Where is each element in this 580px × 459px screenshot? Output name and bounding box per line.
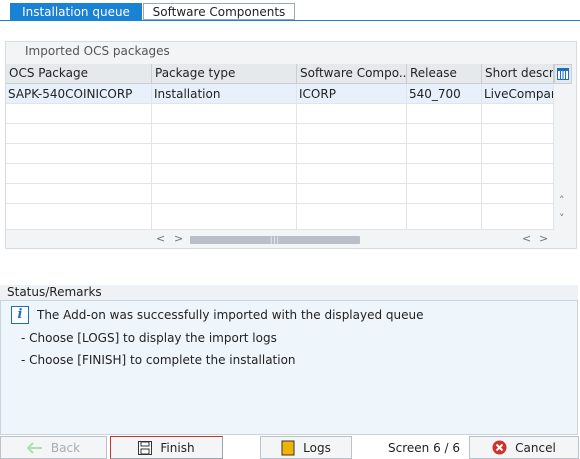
packages-table: OCS Package Package type Software Compo.… [6, 64, 554, 230]
info-icon: i [11, 306, 29, 324]
column-header-software-component[interactable]: Software Compo... [297, 64, 407, 84]
cancel-button-label: Cancel [515, 440, 556, 455]
finish-button[interactable]: Finish [110, 436, 223, 459]
back-button-label: Back [50, 440, 81, 455]
scroll-down-icon[interactable]: ˅ [559, 212, 565, 225]
empty-cell [482, 204, 554, 230]
table-cell[interactable]: LiveCompare [482, 84, 554, 104]
empty-cell [482, 144, 554, 164]
back-arrow-icon [26, 441, 42, 454]
empty-cell [6, 184, 152, 204]
empty-cell [6, 164, 152, 184]
empty-cell [6, 204, 152, 230]
tab-software-components[interactable]: Software Components [143, 3, 295, 20]
horizontal-scrollbar-fixed[interactable]: < > [515, 230, 555, 248]
column-header-ocs-package[interactable]: OCS Package [6, 64, 152, 84]
empty-cell [482, 104, 554, 124]
empty-cell [407, 184, 482, 204]
tab-installation-queue[interactable]: Installation queue [10, 3, 142, 20]
column-header-release[interactable]: Release [407, 64, 482, 84]
empty-cell [482, 124, 554, 144]
empty-cell [152, 204, 297, 230]
table-settings-button[interactable] [554, 64, 572, 84]
empty-cell [6, 104, 152, 124]
empty-cell [407, 144, 482, 164]
empty-cell [152, 184, 297, 204]
empty-cell [297, 184, 407, 204]
empty-cell [152, 104, 297, 124]
empty-cell [297, 124, 407, 144]
empty-cell [482, 164, 554, 184]
scroll-left-icon[interactable]: < [522, 232, 531, 245]
logs-button-label: Logs [303, 440, 331, 455]
status-message: The Add-on was successfully imported wit… [37, 308, 424, 322]
table-cell[interactable]: 540_700 [407, 84, 482, 104]
logs-button[interactable]: Logs [260, 436, 352, 459]
empty-cell [297, 144, 407, 164]
scroll-left-icon[interactable]: < [156, 232, 165, 245]
scroll-right-icon[interactable]: > [539, 232, 548, 245]
table-cell[interactable]: SAPK-540COINICORP [6, 84, 152, 104]
status-title: Status/Remarks [0, 285, 578, 301]
empty-cell [482, 184, 554, 204]
panel-title: Imported OCS packages [25, 44, 170, 58]
status-message: - Choose [LOGS] to display the import lo… [21, 331, 277, 345]
scroll-up-icon[interactable]: ˄ [559, 194, 565, 207]
scroll-right-icon[interactable]: > [174, 232, 183, 245]
empty-cell [152, 124, 297, 144]
finish-button-label: Finish [160, 440, 195, 455]
empty-cell [6, 124, 152, 144]
status-message: - Choose [FINISH] to complete the instal… [21, 353, 296, 367]
save-icon [138, 440, 153, 455]
empty-cell [152, 144, 297, 164]
empty-cell [407, 204, 482, 230]
column-header-short-description[interactable]: Short descrip [482, 64, 554, 84]
empty-cell [407, 104, 482, 124]
vertical-scrollbar[interactable]: ˄ ˅ [556, 84, 572, 230]
screen-indicator: Screen 6 / 6 [388, 441, 461, 455]
empty-cell [297, 104, 407, 124]
empty-cell [297, 204, 407, 230]
empty-cell [297, 164, 407, 184]
empty-cell [6, 144, 152, 164]
cancel-icon [492, 440, 507, 455]
empty-cell [152, 164, 297, 184]
back-button[interactable]: Back [0, 436, 107, 459]
table-cell[interactable]: ICORP [297, 84, 407, 104]
empty-cell [407, 164, 482, 184]
tab-underline [0, 20, 580, 21]
column-settings-icon [557, 68, 569, 80]
table-cell[interactable]: Installation [152, 84, 297, 104]
column-header-package-type[interactable]: Package type [152, 64, 297, 84]
empty-cell [407, 124, 482, 144]
scrollbar-thumb[interactable]: ||| [190, 236, 360, 244]
cancel-button[interactable]: Cancel [469, 436, 579, 459]
logs-icon [281, 440, 295, 455]
